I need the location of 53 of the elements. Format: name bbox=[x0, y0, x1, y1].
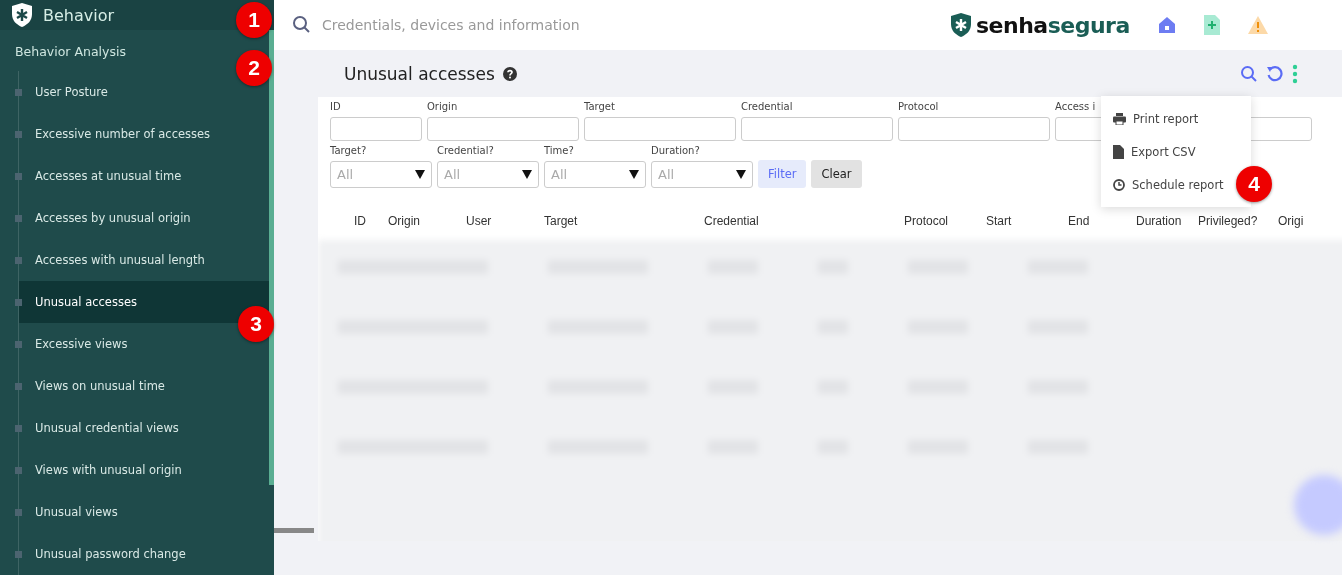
caret-icon bbox=[522, 170, 532, 179]
sidebar-title: Behavior bbox=[43, 5, 115, 25]
menu-item[interactable]: Print report bbox=[1101, 102, 1211, 135]
column-header: User bbox=[466, 214, 493, 228]
column-header: Origin bbox=[388, 214, 421, 228]
input-field[interactable] bbox=[330, 117, 422, 141]
field-label: Protocol bbox=[898, 101, 940, 114]
file-icon bbox=[1113, 144, 1124, 159]
search-icon[interactable] bbox=[1239, 64, 1258, 83]
column-header: Start bbox=[986, 214, 1013, 228]
help-icon[interactable] bbox=[502, 66, 517, 81]
column-header: ID bbox=[354, 214, 367, 228]
caret-icon bbox=[736, 170, 746, 179]
input-field[interactable] bbox=[584, 117, 736, 141]
home-icon[interactable] bbox=[1157, 16, 1176, 34]
caret-icon bbox=[629, 170, 639, 179]
filter-button[interactable]: Filter bbox=[758, 160, 807, 188]
menu-item[interactable]: Export CSV bbox=[1101, 135, 1208, 168]
add-document-icon[interactable] bbox=[1203, 15, 1220, 35]
more-options-icon[interactable] bbox=[1291, 63, 1298, 84]
field-label: Credential bbox=[741, 101, 794, 114]
field-label: Access i bbox=[1055, 101, 1097, 114]
refresh-icon[interactable] bbox=[1265, 64, 1284, 83]
field-label: Target bbox=[584, 101, 616, 114]
caret-icon bbox=[415, 170, 425, 179]
column-header: Credential bbox=[704, 214, 760, 228]
field-label: Credential? bbox=[437, 145, 495, 158]
field-label: Duration? bbox=[651, 145, 701, 158]
field-label: ID bbox=[330, 101, 342, 114]
clock-icon bbox=[1113, 178, 1125, 191]
scrollbar[interactable] bbox=[269, 30, 274, 485]
input-field[interactable] bbox=[427, 117, 579, 141]
column-header: End bbox=[1068, 214, 1091, 228]
input-field[interactable] bbox=[741, 117, 893, 141]
field-label: Target? bbox=[330, 145, 368, 158]
page-title: Unusual accesses bbox=[344, 63, 495, 84]
field-label: Time? bbox=[544, 145, 575, 158]
field-label: Origin bbox=[427, 101, 459, 114]
brand-logo: senhasegura bbox=[976, 12, 1130, 38]
warning-icon[interactable] bbox=[1247, 16, 1268, 34]
search-icon bbox=[292, 15, 312, 35]
printer-icon bbox=[1113, 112, 1126, 125]
column-header: Protocol bbox=[904, 214, 950, 228]
column-header: Origi bbox=[1278, 214, 1305, 228]
scrollbar[interactable] bbox=[274, 528, 314, 533]
column-header: Privileged? bbox=[1198, 214, 1259, 228]
column-header: Duration bbox=[1136, 214, 1183, 228]
clear-button[interactable]: Clear bbox=[811, 160, 862, 188]
sidebar-section[interactable]: Behavior Analysis bbox=[15, 44, 126, 59]
logo-icon bbox=[950, 12, 972, 38]
menu-item[interactable]: Schedule report bbox=[1101, 168, 1236, 201]
column-header: Target bbox=[544, 214, 579, 228]
input-field[interactable] bbox=[898, 117, 1050, 141]
